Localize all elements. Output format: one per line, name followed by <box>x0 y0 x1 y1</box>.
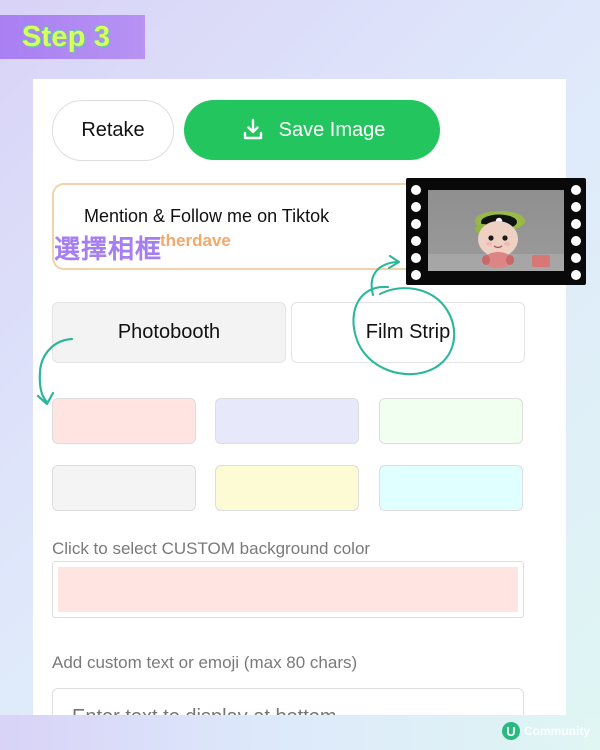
frame-tab-film-strip-label: Film Strip <box>365 321 451 343</box>
color-swatch[interactable] <box>379 465 523 511</box>
watermark: U Community <box>502 722 590 740</box>
custom-background-color-field[interactable] <box>52 561 524 618</box>
custom-text-label: Add custom text or emoji (max 80 chars) <box>52 653 358 672</box>
download-icon <box>239 116 267 144</box>
promo-handle: therdave <box>160 231 231 250</box>
frame-tab-photobooth[interactable]: Photobooth <box>52 302 286 363</box>
watermark-brand: Community <box>524 724 590 738</box>
choose-frame-overlay-label: 選擇相框 <box>54 234 163 264</box>
color-swatch[interactable] <box>52 398 196 444</box>
color-swatch[interactable] <box>379 398 523 444</box>
custom-background-label: Click to select CUSTOM background color <box>52 539 371 558</box>
save-image-button-label: Save Image <box>278 118 386 141</box>
retake-button-label: Retake <box>81 119 145 141</box>
main-card <box>33 79 566 715</box>
save-image-button[interactable]: Save Image <box>184 100 440 160</box>
frame-tab-film-strip[interactable]: Film Strip <box>291 302 525 363</box>
promo-text-line: Mention & Follow me on Tiktok <box>84 206 330 226</box>
film-strip-preview <box>406 178 586 285</box>
watermark-logo-icon: U <box>502 722 520 740</box>
custom-background-color-preview <box>58 567 518 612</box>
step-badge-text: Step 3 <box>22 20 111 53</box>
color-swatch[interactable] <box>215 398 359 444</box>
color-swatch[interactable] <box>215 465 359 511</box>
frame-tab-photobooth-label: Photobooth <box>117 321 221 343</box>
retake-button[interactable]: Retake <box>52 100 174 161</box>
color-swatch[interactable] <box>52 465 196 511</box>
step-badge: Step 3 <box>0 15 145 59</box>
